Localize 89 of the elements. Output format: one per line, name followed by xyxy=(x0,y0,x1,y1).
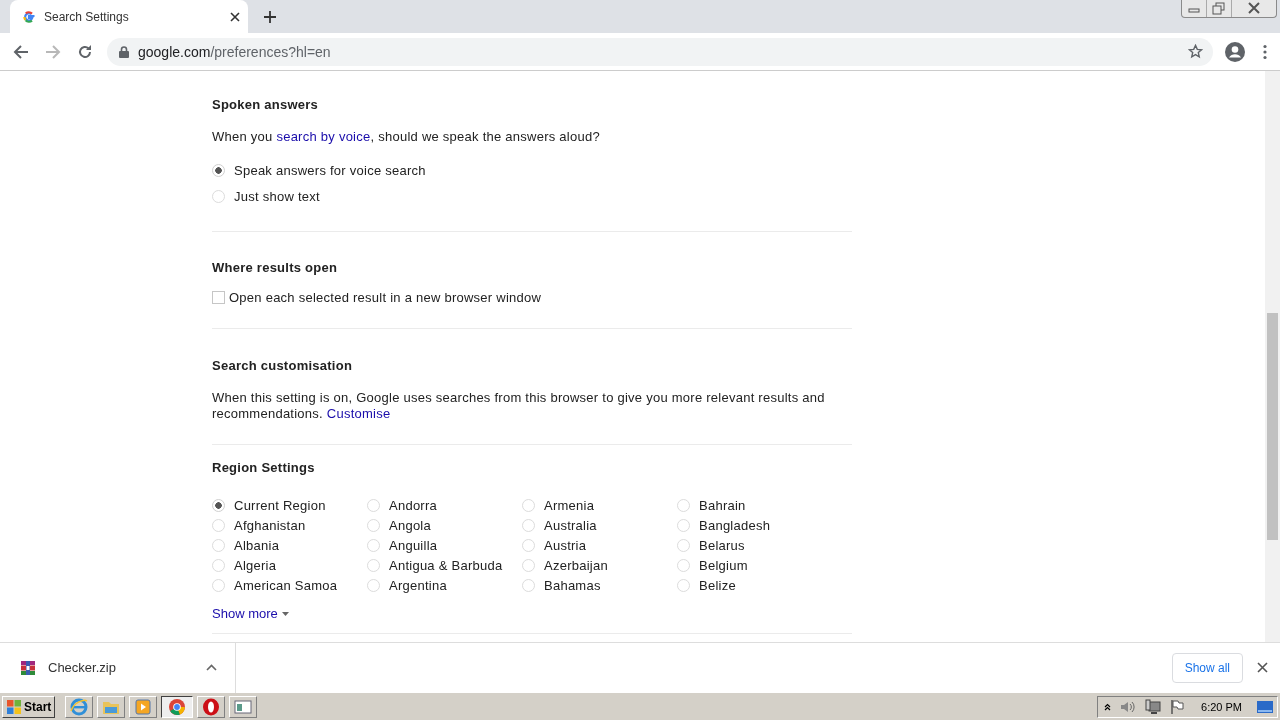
show-more-link[interactable]: Show more xyxy=(212,606,289,622)
start-button[interactable]: Start xyxy=(2,695,56,718)
region-label[interactable]: Anguilla xyxy=(389,537,438,553)
radio-button[interactable] xyxy=(212,578,225,592)
speaker-icon[interactable] xyxy=(1120,699,1137,714)
radio-button[interactable] xyxy=(677,578,690,592)
region-label[interactable]: Current Region xyxy=(234,497,326,513)
radio-button[interactable] xyxy=(522,538,535,552)
radio-button[interactable] xyxy=(367,518,380,532)
checkbox-label[interactable]: Open each selected result in a new browser window xyxy=(229,289,542,305)
radio-button[interactable] xyxy=(212,189,225,203)
radio-label[interactable]: Just show text xyxy=(234,188,320,204)
region-label[interactable]: Belize xyxy=(699,577,736,593)
browser-tab[interactable]: Search Settings xyxy=(10,0,248,33)
windows-flag-icon xyxy=(6,698,22,715)
back-icon[interactable] xyxy=(13,43,29,60)
radio-button[interactable] xyxy=(367,498,380,512)
region-label[interactable]: Austria xyxy=(544,537,587,553)
radio-button[interactable] xyxy=(522,578,535,592)
radio-button[interactable] xyxy=(677,498,690,512)
radio-button[interactable] xyxy=(212,163,225,177)
chevron-up-icon[interactable] xyxy=(206,664,217,671)
region-label[interactable]: Armenia xyxy=(544,497,595,513)
region-label[interactable]: Argentina xyxy=(389,577,447,593)
lock-icon xyxy=(119,45,129,58)
region-label[interactable]: Bangladesh xyxy=(699,517,771,533)
description-text: When you search by voice, should we speak the answers aloud? xyxy=(212,129,601,145)
radio-button[interactable] xyxy=(212,498,225,512)
archive-icon xyxy=(20,659,36,676)
radio-label[interactable]: Speak answers for voice search xyxy=(234,162,426,178)
region-label[interactable]: Belgium xyxy=(699,557,748,573)
radio-button[interactable] xyxy=(677,518,690,532)
region-label[interactable]: Albania xyxy=(234,537,280,553)
clock-text: 6:20 PM xyxy=(1201,700,1242,713)
star-icon[interactable] xyxy=(1188,44,1203,59)
section-heading: Search customisation xyxy=(212,358,354,374)
region-label[interactable]: Belarus xyxy=(699,537,745,553)
section-heading: Where results open xyxy=(212,260,339,276)
radio-button[interactable] xyxy=(367,578,380,592)
region-label[interactable]: Azerbaijan xyxy=(544,557,608,573)
radio-button[interactable] xyxy=(677,558,690,572)
scrollbar-track[interactable] xyxy=(1265,71,1280,642)
radio-button[interactable] xyxy=(367,558,380,572)
file-name: Checker.zip xyxy=(48,660,117,675)
region-label[interactable]: Algeria xyxy=(234,557,277,573)
favicon xyxy=(22,9,36,24)
chevron-up-icon[interactable] xyxy=(1104,702,1112,711)
description-text: When this setting is on, Google uses searches from this browser to give you more relevant results and recommendations. Customise xyxy=(212,390,826,422)
taskbar-button[interactable] xyxy=(161,695,194,718)
chrome-icon xyxy=(168,697,187,716)
section-heading: Region Settings xyxy=(212,460,316,476)
checkbox[interactable] xyxy=(212,290,225,304)
new-tab-icon[interactable] xyxy=(262,9,278,25)
browser-e-icon xyxy=(70,697,89,716)
close-icon[interactable] xyxy=(1257,662,1268,673)
scrollbar-thumb[interactable] xyxy=(1267,313,1278,540)
show-all-button[interactable]: Show all xyxy=(1171,652,1243,683)
account-icon[interactable] xyxy=(1225,41,1245,62)
region-label[interactable]: American Samoa xyxy=(234,577,338,593)
radio-button[interactable] xyxy=(212,558,225,572)
tab-title: Search Settings xyxy=(44,9,130,24)
show-desktop-icon[interactable] xyxy=(1257,699,1273,714)
section-heading: Spoken answers xyxy=(212,97,320,113)
region-label[interactable]: Angola xyxy=(389,517,431,533)
radio-button[interactable] xyxy=(367,538,380,552)
region-label[interactable]: Bahrain xyxy=(699,497,746,513)
radio-button[interactable] xyxy=(212,518,225,532)
text-link[interactable]: Customise xyxy=(326,406,391,421)
caret-icon xyxy=(281,612,289,616)
radio-button[interactable] xyxy=(522,518,535,532)
reload-icon[interactable] xyxy=(77,43,93,60)
region-label[interactable]: Afghanistan xyxy=(234,517,306,533)
region-label[interactable]: Andorra xyxy=(389,497,437,513)
radio-button[interactable] xyxy=(677,538,690,552)
flag-icon[interactable] xyxy=(1170,698,1185,715)
opera-icon xyxy=(202,697,221,716)
radio-button[interactable] xyxy=(522,558,535,572)
region-label[interactable]: Antigua & Barbuda xyxy=(389,557,503,573)
address-bar[interactable]: google.com/preferences?hl=en xyxy=(107,37,1213,66)
radio-button[interactable] xyxy=(522,498,535,512)
window-icon xyxy=(234,697,253,716)
network-icon[interactable] xyxy=(1145,698,1162,715)
radio-button[interactable] xyxy=(212,538,225,552)
region-label[interactable]: Bahamas xyxy=(544,577,601,593)
region-label[interactable]: Australia xyxy=(544,517,597,533)
media-player-icon xyxy=(134,697,153,716)
close-icon[interactable] xyxy=(230,11,240,22)
menu-icon[interactable] xyxy=(1263,43,1267,60)
url-text: google.com/preferences?hl=en xyxy=(138,43,332,60)
